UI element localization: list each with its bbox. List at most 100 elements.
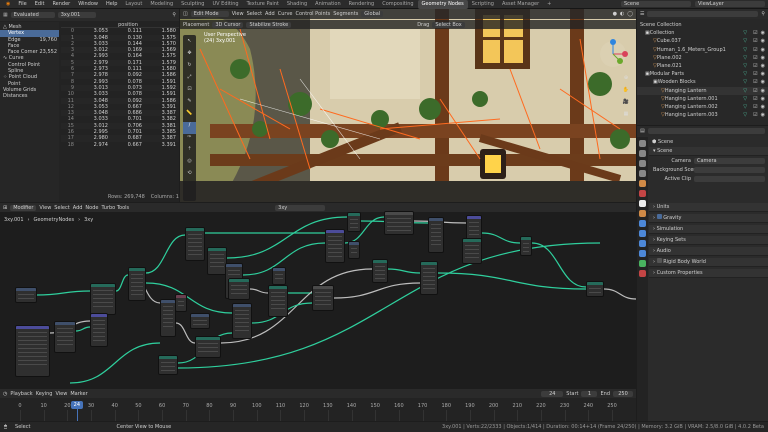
radius-tool-icon[interactable]: ◎ xyxy=(183,158,196,170)
physics-tab-icon[interactable] xyxy=(639,240,646,247)
tab-rendering[interactable]: Rendering xyxy=(345,0,379,9)
outliner-item-hanging-lantern-003[interactable]: ▽ Hanging Lantern.003 ▽ ☑ ◉ xyxy=(637,111,768,119)
scene-collection-label[interactable]: Scene Collection xyxy=(637,21,768,29)
graph-node[interactable] xyxy=(158,355,178,375)
visibility-checkbox[interactable]: ☑ xyxy=(753,29,757,37)
graph-node[interactable] xyxy=(462,238,482,264)
outliner-item-human-group[interactable]: ▽ Human_1.6_Meters_Group1 ▽ ☑ ◉ xyxy=(637,46,768,54)
collection-tab-icon[interactable] xyxy=(639,200,646,207)
extrude-tool-icon[interactable]: ⇡ xyxy=(183,146,196,158)
shading-solid-icon[interactable]: ● xyxy=(613,11,617,17)
eye-icon[interactable]: ◉ xyxy=(761,87,765,95)
render-tab-icon[interactable] xyxy=(639,150,646,157)
3d-viewport[interactable]: ◫ Edit Mode View Select Add Curve Contro… xyxy=(180,9,636,202)
visibility-checkbox[interactable]: ☑ xyxy=(753,78,757,86)
graph-node[interactable] xyxy=(347,212,361,232)
graph-node[interactable] xyxy=(372,259,388,283)
gizmo-y-icon[interactable] xyxy=(617,58,623,64)
visibility-checkbox[interactable]: ☑ xyxy=(753,95,757,103)
object-tab-icon[interactable] xyxy=(639,210,646,217)
playhead[interactable]: 24 xyxy=(71,401,83,409)
column-header-position[interactable]: position xyxy=(77,22,179,27)
current-frame-field[interactable]: 24 xyxy=(541,391,563,397)
graph-node[interactable] xyxy=(190,313,210,329)
camera-view-icon[interactable]: 🎥 xyxy=(620,99,632,111)
cursor-tool-icon[interactable]: ↖ xyxy=(183,38,196,50)
visibility-checkbox[interactable]: ☑ xyxy=(753,54,757,62)
tab-layout[interactable]: Layout xyxy=(121,0,146,9)
view-layer-selector[interactable]: ViewLayer xyxy=(695,1,765,7)
navigation-gizmo[interactable] xyxy=(598,39,628,69)
graph-node[interactable] xyxy=(160,299,176,337)
control-points-menu[interactable]: Control Points xyxy=(296,11,331,17)
outliner-item-plane-002[interactable]: ▽ Plane.002 ▽ ☑ ◉ xyxy=(637,54,768,62)
scene-tab-icon[interactable] xyxy=(639,180,646,187)
eye-icon[interactable]: ◉ xyxy=(761,103,765,111)
gizmo-x-icon[interactable] xyxy=(622,51,628,57)
outliner-item-modular-parts[interactable]: ▣ Modular Parts ▽ ☑ ◉ xyxy=(637,70,768,78)
material-tab-icon[interactable] xyxy=(639,270,646,277)
eye-icon[interactable]: ◉ xyxy=(761,46,765,54)
visibility-checkbox[interactable]: ☑ xyxy=(753,87,757,95)
zoom-icon[interactable]: ⊕ xyxy=(620,75,632,87)
visibility-checkbox[interactable]: ☑ xyxy=(753,46,757,54)
tilt-tool-icon[interactable]: ⟲ xyxy=(183,170,196,182)
graph-node[interactable] xyxy=(420,261,438,295)
scene-panel-header[interactable]: ▾ Scene xyxy=(649,147,768,156)
graph-node[interactable] xyxy=(586,281,604,297)
node-editor[interactable]: ⊞ Modifier View Select Add Node Turbo To… xyxy=(0,203,636,388)
tab-sculpting[interactable]: Sculpting xyxy=(177,0,208,9)
graph-node[interactable] xyxy=(15,287,37,303)
cursor-dropdown[interactable]: 3D Cursor xyxy=(212,22,243,28)
properties-search[interactable] xyxy=(648,128,765,134)
constraints-tab-icon[interactable] xyxy=(639,250,646,257)
outliner-item-collection[interactable]: ▣ Collection ▽ ☑ ◉ xyxy=(637,29,768,37)
filter-funnel-icon[interactable]: ⚲ xyxy=(761,11,765,17)
menu-edit[interactable]: Edit xyxy=(31,0,49,9)
world-tab-icon[interactable] xyxy=(639,190,646,197)
ortho-grid-icon[interactable]: ▦ xyxy=(620,111,632,123)
menu-render[interactable]: Render xyxy=(48,0,74,9)
filter-icon[interactable]: ⚲ xyxy=(172,12,176,18)
graph-node[interactable] xyxy=(90,283,116,315)
evaluation-mode-dropdown[interactable]: Evaluated xyxy=(11,12,55,18)
playback-menu[interactable]: Playback xyxy=(10,391,32,397)
outliner-item-wooden-blocks[interactable]: ▣ Wooden Blocks ▽ ☑ ◉ xyxy=(637,78,768,86)
editor-type-icon[interactable]: ◫ xyxy=(183,11,188,17)
outliner-search[interactable] xyxy=(647,11,758,17)
view-layer-tab-icon[interactable] xyxy=(639,170,646,177)
visibility-checkbox[interactable]: ☑ xyxy=(753,103,757,111)
outliner-item-hanging-lantern-002[interactable]: ▽ Hanging Lantern.002 ▽ ☑ ◉ xyxy=(637,103,768,111)
select-box-dropdown[interactable]: Select Box xyxy=(432,22,464,28)
tab-geometry-nodes[interactable]: Geometry Nodes xyxy=(418,0,468,9)
tree-edge[interactable]: Edge 19,760 xyxy=(0,37,59,43)
tree-distances[interactable]: Distances xyxy=(0,93,59,99)
scale-tool-icon[interactable]: ⤢ xyxy=(183,74,196,86)
timeline-editor-icon[interactable]: ◷ xyxy=(3,391,7,397)
graph-node[interactable] xyxy=(520,236,532,256)
graph-node[interactable] xyxy=(272,267,286,285)
simulation-panel[interactable]: › Simulation xyxy=(649,225,768,234)
stabilize-stroke-toggle[interactable]: Stabilize Stroke xyxy=(246,22,291,28)
marker-menu[interactable]: Marker xyxy=(70,391,87,397)
start-frame-field[interactable]: 1 xyxy=(581,391,597,397)
particles-tab-icon[interactable] xyxy=(639,230,646,237)
camera-field[interactable]: Camera xyxy=(694,158,765,164)
graph-node[interactable] xyxy=(232,303,252,339)
graph-node[interactable] xyxy=(128,267,146,301)
eye-icon[interactable]: ◉ xyxy=(761,95,765,103)
graph-node[interactable] xyxy=(15,325,50,377)
draw-tool-icon[interactable]: ∕ xyxy=(183,122,196,134)
outliner-item-hanging-lantern-001[interactable]: ▽ Hanging Lantern.001 ▽ ☑ ◉ xyxy=(637,95,768,103)
tab-shading[interactable]: Shading xyxy=(283,0,311,9)
timeline-view-menu[interactable]: View xyxy=(55,391,67,397)
gizmo-z-icon[interactable] xyxy=(610,39,616,45)
eye-icon[interactable]: ◉ xyxy=(761,37,765,45)
eye-icon[interactable]: ◉ xyxy=(761,62,765,70)
visibility-checkbox[interactable]: ☑ xyxy=(753,111,757,119)
transform-orientation-dropdown[interactable]: Global xyxy=(361,11,383,17)
tab-texture-paint[interactable]: Texture Paint xyxy=(243,0,283,9)
gravity-checkbox[interactable] xyxy=(657,214,662,219)
graph-node[interactable] xyxy=(90,313,108,347)
transform-tool-icon[interactable]: ⊡ xyxy=(183,86,196,98)
